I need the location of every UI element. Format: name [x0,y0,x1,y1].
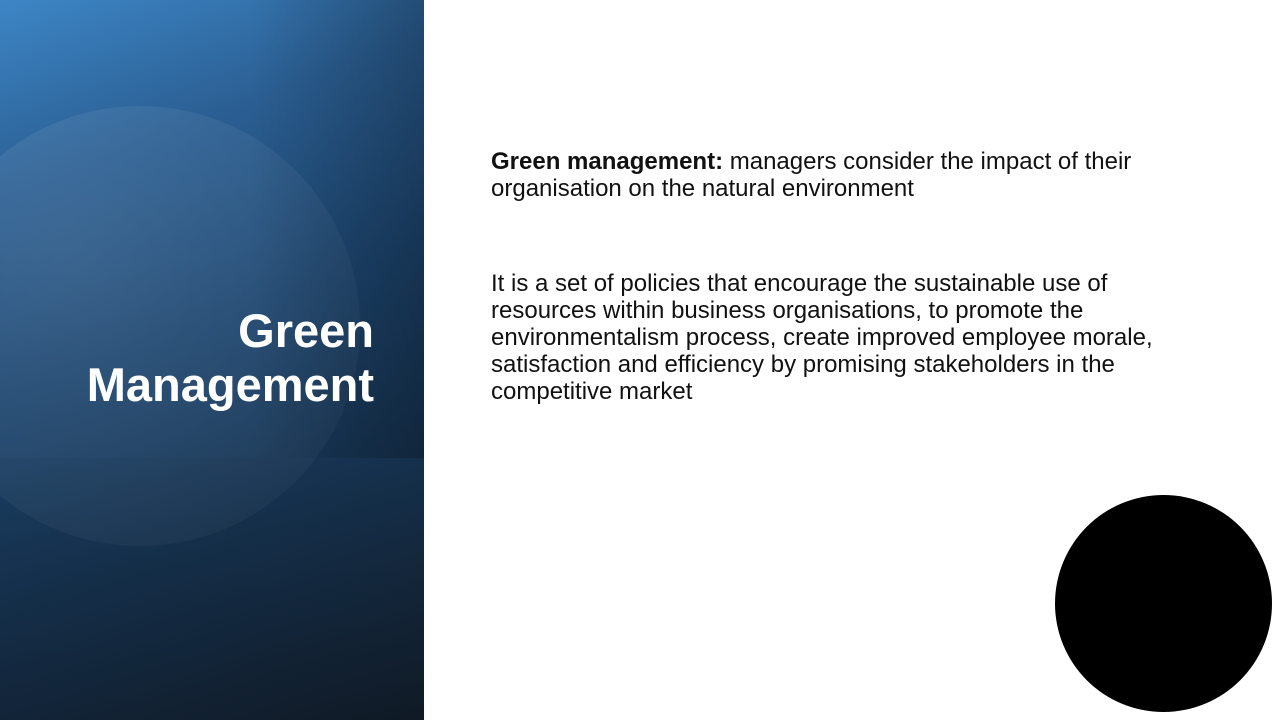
slide: Green Management Green management: manag… [0,0,1280,720]
definition-term: Green management: [491,148,724,175]
definition-paragraph: Green management: managers consider the … [491,148,1211,202]
slide-title-line-2: Management [86,358,374,411]
slide-body: Green management: managers consider the … [491,148,1211,405]
slide-title-line-1: Green [238,304,374,357]
slide-title: Green Management [14,304,374,412]
description-paragraph: It is a set of policies that encourage t… [491,270,1153,405]
decorative-black-circle [1055,495,1272,712]
panel-lower-band [0,458,424,720]
title-panel: Green Management [0,0,424,720]
